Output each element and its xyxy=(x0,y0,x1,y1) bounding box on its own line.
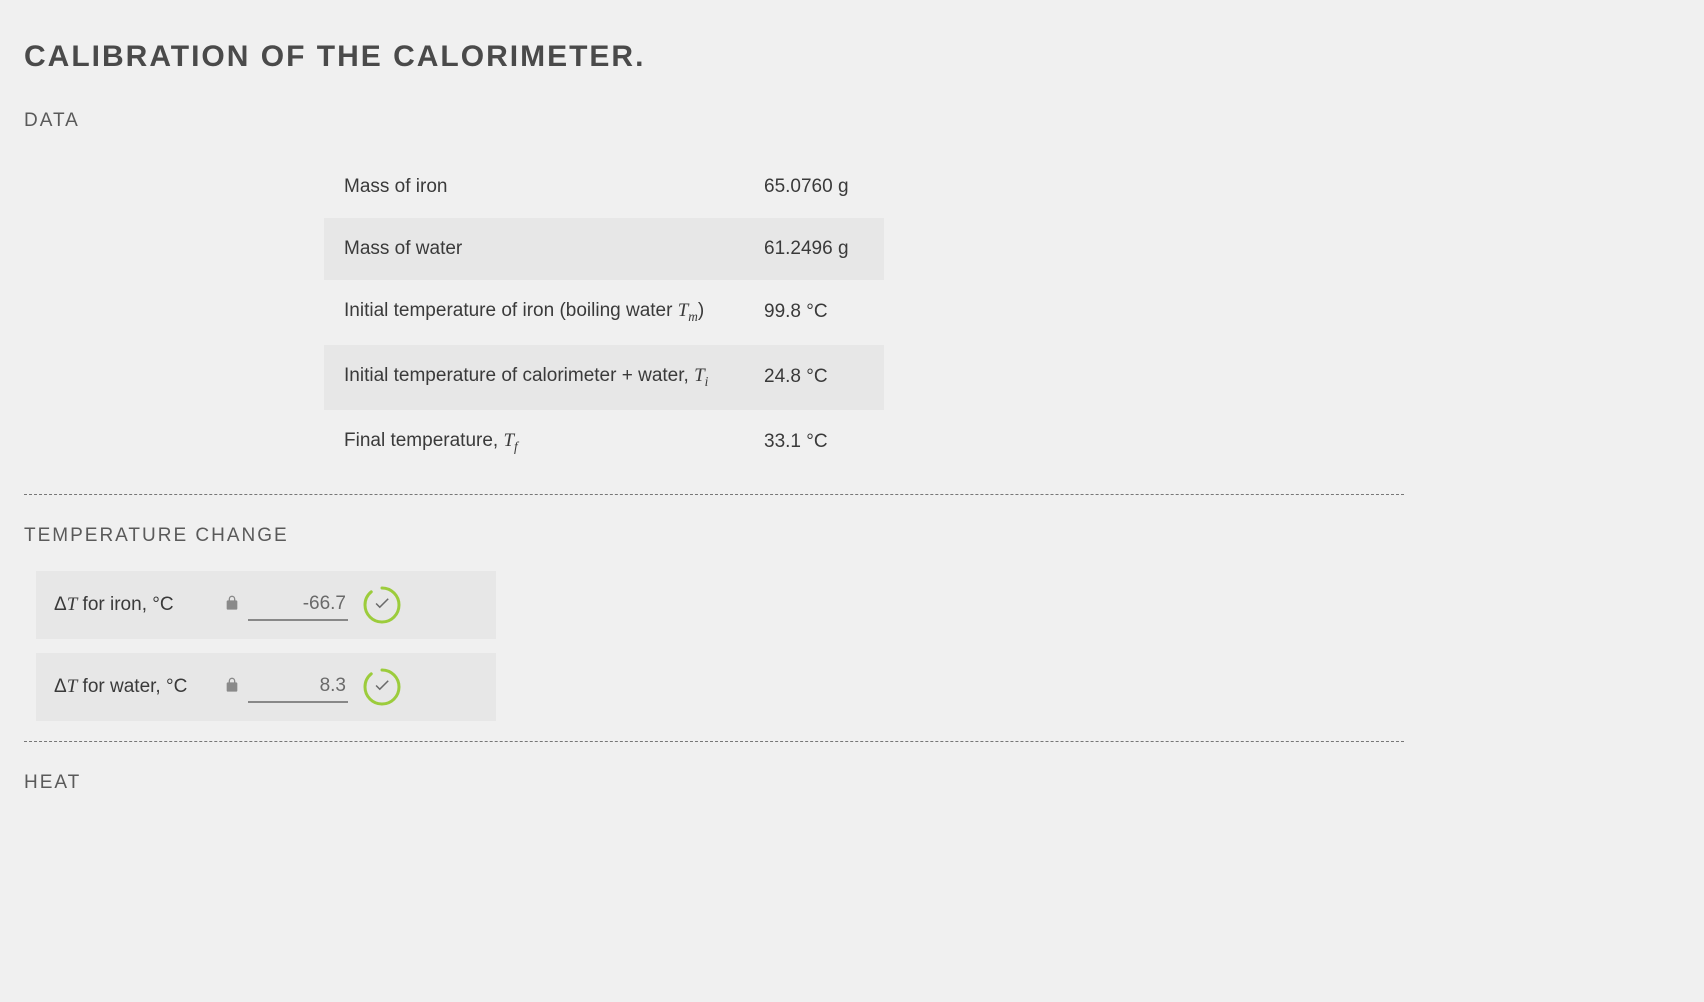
delta-t-iron-input[interactable] xyxy=(248,589,348,621)
subscript: i xyxy=(705,374,709,389)
check-badge xyxy=(362,667,402,707)
subscript: m xyxy=(688,309,698,324)
input-row-water: ΔT for water, °C xyxy=(36,653,496,721)
delta-symbol: Δ xyxy=(54,676,67,697)
variable-T: T xyxy=(67,594,78,615)
row-value: 33.1 °C xyxy=(744,410,884,475)
lock-icon xyxy=(224,595,240,616)
section-heading-heat: HEAT xyxy=(24,772,1680,794)
label-rest: for water, °C xyxy=(77,676,187,697)
variable-T: T xyxy=(67,676,78,697)
row-label: ΔT for water, °C xyxy=(54,676,224,698)
variable-T: T xyxy=(694,365,705,386)
row-label: Mass of water xyxy=(344,238,462,259)
section-heading-temp-change: TEMPERATURE CHANGE xyxy=(24,525,1680,547)
delta-t-water-input[interactable] xyxy=(248,671,348,703)
divider xyxy=(24,494,1404,495)
row-value: 99.8 °C xyxy=(744,280,884,345)
variable-T: T xyxy=(678,300,689,321)
variable-T: T xyxy=(503,430,514,451)
section-heading-data: DATA xyxy=(24,110,1680,132)
row-value: 24.8 °C xyxy=(744,345,884,410)
subscript: f xyxy=(514,438,518,453)
divider xyxy=(24,741,1404,742)
row-label-pre: Initial temperature of calorimeter + wat… xyxy=(344,365,694,386)
table-row: Initial temperature of iron (boiling wat… xyxy=(324,280,884,345)
input-row-iron: ΔT for iron, °C xyxy=(36,571,496,639)
row-label: ΔT for iron, °C xyxy=(54,594,224,616)
check-badge xyxy=(362,585,402,625)
table-row: Mass of iron 65.0760 g xyxy=(324,156,884,218)
table-row: Mass of water 61.2496 g xyxy=(324,218,884,280)
row-label-pre: Final temperature, xyxy=(344,430,503,451)
row-label-pre: Initial temperature of iron (boiling wat… xyxy=(344,300,678,321)
check-icon xyxy=(373,594,391,617)
data-table: Mass of iron 65.0760 g Mass of water 61.… xyxy=(324,156,1680,474)
row-label: Mass of iron xyxy=(344,176,447,197)
table-row: Initial temperature of calorimeter + wat… xyxy=(324,345,884,410)
label-rest: for iron, °C xyxy=(77,594,173,615)
check-icon xyxy=(373,676,391,699)
row-label-post: ) xyxy=(698,300,704,321)
page-title: CALIBRATION OF THE CALORIMETER. xyxy=(24,40,1680,74)
temp-change-block: ΔT for iron, °C ΔT for water, °C xyxy=(36,571,1680,721)
lock-icon xyxy=(224,677,240,698)
row-value: 61.2496 g xyxy=(744,218,884,280)
table-row: Final temperature, Tf 33.1 °C xyxy=(324,410,884,475)
delta-symbol: Δ xyxy=(54,594,67,615)
row-value: 65.0760 g xyxy=(744,156,884,218)
